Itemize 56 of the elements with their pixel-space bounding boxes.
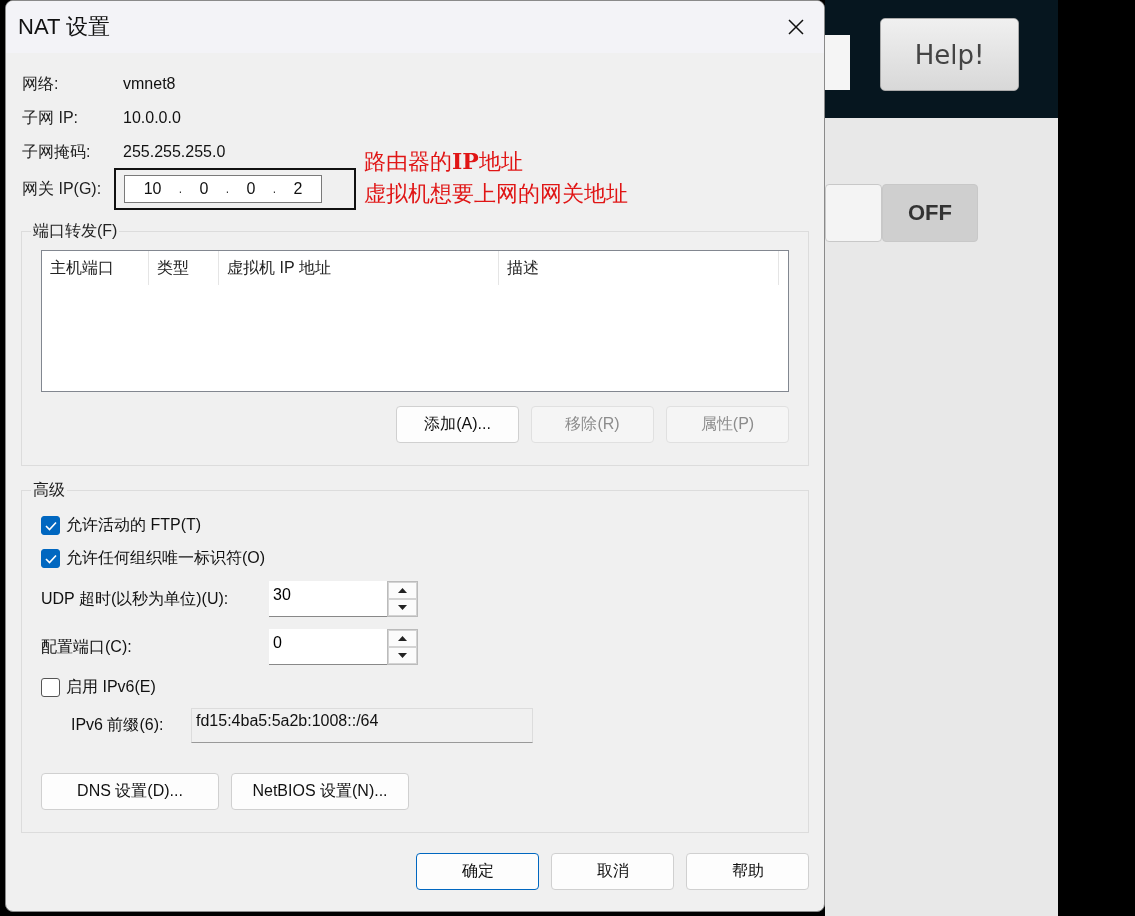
checkbox[interactable] [41,678,60,697]
field-value: vmnet8 [123,75,176,93]
column-header[interactable]: 主机端口 [42,251,149,285]
annotation-text: 虚拟机想要上网的网关地址 [364,180,628,208]
field-label: UDP 超时(以秒为单位)(U): [41,588,230,609]
octet-separator: . [225,182,230,196]
check-icon [44,520,57,531]
field-label: 子网 IP: [22,107,79,128]
check-icon [44,553,57,564]
settings-button[interactable]: NetBIOS 设置(N)... [231,773,409,810]
down-arrow-icon [398,605,407,610]
column-header[interactable]: 描述 [499,251,779,285]
field-label: IPv6 前缀(6): [70,715,165,735]
field-label: 网关 IP(G): [22,178,103,199]
up-arrow-icon [398,636,407,641]
spin-down-button[interactable] [388,599,417,616]
number-field[interactable]: 0 [269,629,387,665]
ip-octet: 0 [246,180,256,198]
ip-octet: 0 [199,180,209,198]
field-label: 子网掩码: [22,141,92,162]
group-title: 高级 [32,480,66,500]
toggle-label: OFF [882,184,978,242]
up-arrow-icon [398,588,407,593]
ip-octet: 10 [143,180,162,198]
checkbox[interactable] [41,549,60,568]
spin-down-button[interactable] [388,647,417,664]
field-value: 255.255.255.0 [123,143,226,161]
field-value: 10.0.0.0 [123,109,181,127]
column-header[interactable]: 虚拟机 IP 地址 [219,251,499,285]
checkbox[interactable] [41,516,60,535]
close-icon [788,19,804,35]
window-title: NAT 设置 [18,13,111,41]
octet-separator: . [272,182,277,196]
number-field[interactable]: 30 [269,581,387,617]
down-arrow-icon [398,653,407,658]
settings-button[interactable]: DNS 设置(D)... [41,773,219,810]
checkbox-label: 启用 IPv6(E) [66,677,156,697]
ip-address-field[interactable]: 10 . 0 . 0 . 2 [124,175,322,203]
octet-separator: . [178,182,183,196]
ip-octet: 2 [293,180,303,198]
checkbox-label: 允许活动的 FTP(T) [66,515,202,535]
dialog-button[interactable]: 取消 [551,853,674,890]
column-header[interactable]: 类型 [149,251,219,285]
table-action-button[interactable]: 添加(A)... [396,406,519,443]
group-title: 端口转发(F) [32,221,119,241]
checkbox-label: 允许任何组织唯一标识符(O) [66,548,266,568]
help-button[interactable]: Help! [880,18,1019,91]
spin-up-button[interactable] [388,582,417,599]
field-label: 网络: [22,73,60,94]
annotation-text: 路由器的IP地址 [364,147,524,176]
field-label: 配置端口(C): [41,636,133,657]
prefix-field[interactable]: fd15:4ba5:5a2b:1008::/64 [191,708,533,743]
spin-up-button[interactable] [388,630,417,647]
dialog-button[interactable]: 帮助 [686,853,809,890]
dialog-button[interactable]: 确定 [416,853,539,890]
toggle-switch[interactable]: OFF [825,184,978,242]
